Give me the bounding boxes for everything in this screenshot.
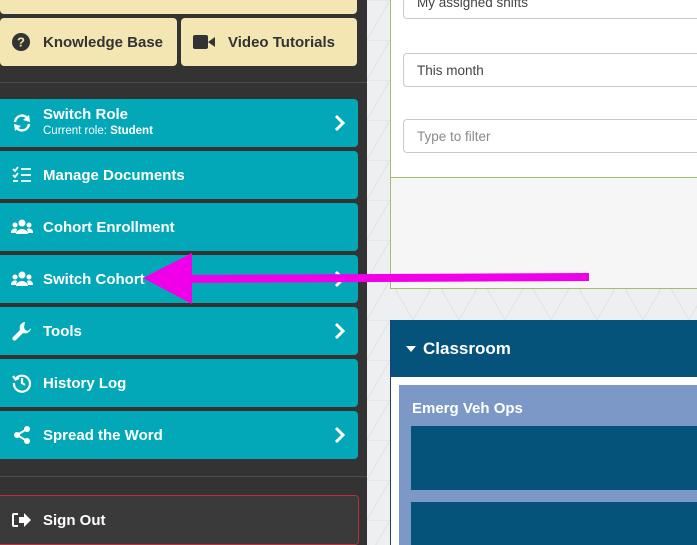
sidebar-item-tools[interactable]: Tools <box>0 307 358 355</box>
video-camera-icon <box>193 33 215 51</box>
chevron-right-icon <box>334 114 346 132</box>
caret-down-icon <box>406 345 416 352</box>
chevron-right-icon <box>334 426 346 444</box>
sidebar-divider <box>0 82 367 83</box>
course-name: Emerg Veh Ops <box>412 400 523 417</box>
filter-input-placeholder: Type to filter <box>417 128 491 144</box>
checklist-icon <box>11 165 33 185</box>
chevron-right-icon <box>334 322 346 340</box>
svg-text:?: ? <box>17 35 25 50</box>
sidebar-item-switch-cohort[interactable]: Switch Cohort <box>0 255 358 303</box>
chevron-right-icon <box>334 270 346 288</box>
question-circle-icon: ? <box>12 33 30 51</box>
course-content-block[interactable] <box>411 502 697 545</box>
shifts-select[interactable]: My assigned shifts <box>403 0 697 19</box>
sidebar-item-label: Tools <box>43 322 82 340</box>
panel-footer <box>391 178 697 288</box>
video-tutorials-label: Video Tutorials <box>228 33 335 51</box>
classroom-title: Classroom <box>423 338 511 358</box>
sidebar-item-label: Manage Documents <box>43 166 185 184</box>
wrench-icon <box>11 321 33 341</box>
classroom-panel: Classroom Emerg Veh Ops <box>390 320 697 545</box>
sidebar-item-switch-role[interactable]: Switch Role Current role: Student <box>0 99 358 147</box>
sidebar-item-label: Switch Cohort <box>43 270 145 288</box>
classroom-header[interactable]: Classroom <box>391 320 697 377</box>
shift-filter-panel: My assigned shifts This month Type to fi… <box>390 0 697 289</box>
sidebar-item-manage-documents[interactable]: Manage Documents <box>0 151 358 199</box>
current-role-text: Current role: Student <box>43 123 153 140</box>
sign-out-button[interactable]: Sign Out <box>0 495 359 545</box>
knowledge-base-label: Knowledge Base <box>43 33 164 51</box>
sidebar: ? Knowledge Base Video Tutorials Switch … <box>0 0 367 545</box>
sidebar-item-label: Spread the Word <box>43 426 163 444</box>
video-tutorials-button[interactable]: Video Tutorials <box>181 18 357 66</box>
current-role-value: Student <box>110 125 153 137</box>
sidebar-item-label: History Log <box>43 374 127 392</box>
sidebar-item-cohort-enrollment[interactable]: Cohort Enrollment <box>0 203 358 251</box>
users-icon <box>11 217 33 237</box>
current-role-prefix: Current role: <box>43 125 111 137</box>
share-icon <box>11 425 33 445</box>
sign-out-icon <box>10 510 32 530</box>
period-select[interactable]: This month <box>403 53 697 87</box>
sidebar-item-label: Switch Role <box>43 106 129 123</box>
top-yellow-button-left[interactable] <box>0 0 357 14</box>
sidebar-item-history-log[interactable]: History Log <box>0 359 358 407</box>
users-icon <box>11 269 33 289</box>
period-select-value: This month <box>417 62 484 78</box>
course-content-block[interactable] <box>411 426 697 490</box>
refresh-icon <box>11 113 33 133</box>
main-content: My assigned shifts This month Type to fi… <box>367 0 697 545</box>
sidebar-item-spread-the-word[interactable]: Spread the Word <box>0 411 358 459</box>
sidebar-item-label: Cohort Enrollment <box>43 218 175 236</box>
sign-out-label: Sign Out <box>43 511 106 529</box>
knowledge-base-button[interactable]: ? Knowledge Base <box>0 18 177 66</box>
filter-input[interactable]: Type to filter <box>403 119 697 153</box>
sidebar-divider <box>0 476 367 477</box>
course-card[interactable]: Emerg Veh Ops <box>399 385 697 545</box>
shifts-select-value: My assigned shifts <box>417 0 529 10</box>
history-icon <box>11 373 33 393</box>
